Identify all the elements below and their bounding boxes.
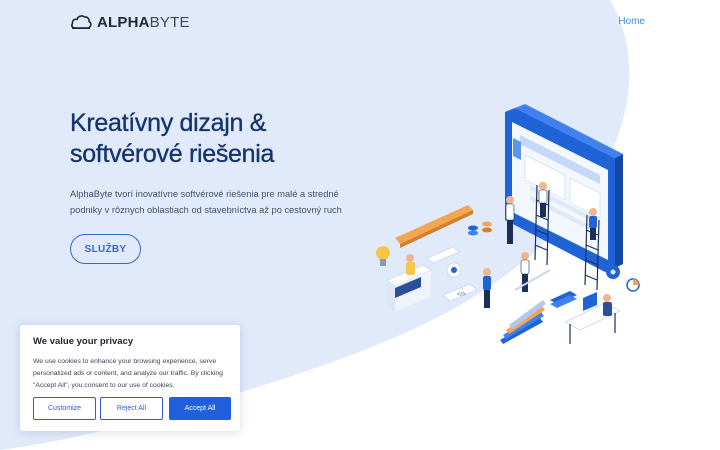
person-figure	[386, 254, 432, 312]
hero-title-line-1: Kreatívny dizajn &	[70, 109, 267, 137]
reject-all-button[interactable]: Reject All	[100, 397, 163, 420]
brand-name-light: BYTE	[149, 13, 190, 31]
customize-button[interactable]: Customize	[33, 397, 96, 420]
ruler-graphic	[395, 205, 473, 248]
brand-name-bold: ALPHA	[97, 13, 150, 31]
cookie-banner-text: We use cookies to enhance your browsing …	[33, 358, 223, 389]
cookie-consent-banner: We value your privacy We use cookies to …	[20, 325, 240, 431]
top-navbar: ALPHABYTE Home	[0, 0, 720, 46]
color-palette-graphic	[500, 300, 546, 344]
monitor-graphic	[505, 104, 623, 272]
books-graphic	[550, 291, 577, 308]
brand-logo[interactable]: ALPHABYTE	[70, 13, 190, 31]
cookie-button-group: Customize Reject All Accept All	[33, 397, 231, 420]
services-button[interactable]: SLUŽBY	[70, 234, 141, 264]
ui-card-graphic: </>	[426, 246, 478, 302]
hero-title: Kreatívny dizajn & softvérové riešenia	[70, 108, 390, 170]
nav-link-home[interactable]: Home	[618, 16, 645, 27]
accept-all-button[interactable]: Accept All	[169, 397, 231, 420]
cookie-banner-title: We value your privacy	[33, 336, 134, 347]
coin-stack-graphic	[468, 221, 492, 236]
hero-title-line-2: softvérové riešenia	[70, 140, 275, 168]
brand-name: ALPHABYTE	[97, 14, 190, 31]
svg-text:</>: </>	[457, 292, 466, 298]
hero-description: AlphaByte tvorí inovatívne softvérové ri…	[70, 189, 342, 215]
hero-illustration: </>	[376, 104, 640, 344]
cloud-logo-icon	[71, 15, 92, 29]
hero-section: Kreatívny dizajn & softvérové riešenia A…	[70, 108, 390, 264]
person-figure	[483, 252, 551, 308]
gear-graphic	[606, 265, 640, 292]
